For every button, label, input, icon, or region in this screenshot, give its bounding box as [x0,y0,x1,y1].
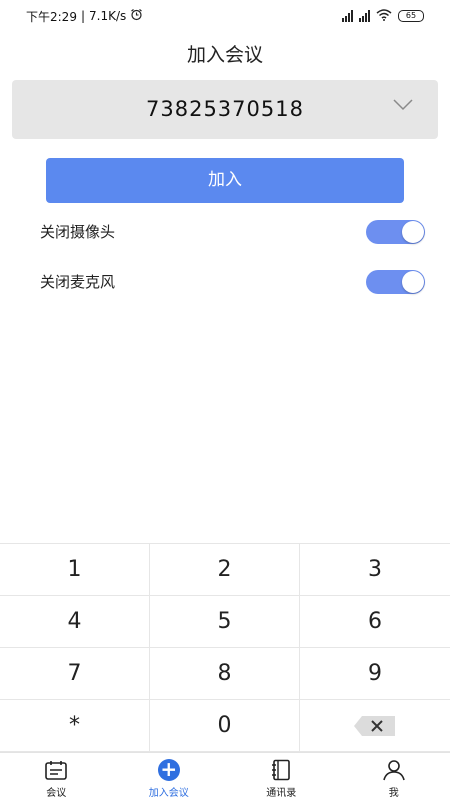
bottom-tab-bar: 会议 + 加入会议 通讯录 我 [0,752,450,800]
calendar-icon [43,759,69,781]
status-separator: | [80,9,85,23]
tab-join-meeting-label: 加入会议 [148,788,189,799]
status-bar: 下午2:29 | 7.1K/s 65 [0,0,450,32]
key-5[interactable]: 5 [150,596,300,648]
number-keypad: 1 2 3 4 5 6 7 8 9 * 0 [0,543,450,752]
signal-icon [359,10,370,22]
tab-me[interactable]: 我 [338,753,450,800]
tab-contacts-label: 通讯录 [266,788,297,799]
switch-knob [402,271,424,293]
toggle-label-camera: 关闭摄像头 [40,223,116,241]
tab-me-label: 我 [388,788,399,799]
toggle-row-camera: 关闭摄像头 [0,217,450,247]
toggle-row-microphone: 关闭麦克风 [0,267,450,297]
meeting-number-value: 73825370518 [146,97,304,121]
tab-meetings-label: 会议 [46,788,67,799]
camera-off-switch[interactable] [366,220,425,244]
signal-icon [342,10,353,22]
backspace-icon [354,715,395,736]
tab-join-meeting[interactable]: + 加入会议 [113,753,226,800]
key-0[interactable]: 0 [150,700,300,752]
key-2[interactable]: 2 [150,544,300,596]
toggle-label-microphone: 关闭麦克风 [40,273,116,291]
network-speed: 7.1K/s [89,9,127,23]
meeting-number-field[interactable]: 73825370518 [12,80,438,139]
battery-icon: 65 [398,10,424,22]
person-icon [381,759,407,781]
page-title: 加入会议 [186,44,263,66]
chevron-down-icon[interactable] [392,98,414,112]
key-1[interactable]: 1 [0,544,150,596]
key-8[interactable]: 8 [150,648,300,700]
contacts-book-icon [268,759,294,781]
microphone-off-switch[interactable] [366,270,425,294]
key-3[interactable]: 3 [300,544,450,596]
key-star[interactable]: * [0,700,150,752]
status-right: 65 [342,8,424,24]
join-button[interactable]: 加入 [46,158,404,203]
wifi-icon [376,8,392,24]
key-4[interactable]: 4 [0,596,150,648]
key-7[interactable]: 7 [0,648,150,700]
status-left: 下午2:29 | 7.1K/s [26,8,143,25]
alarm-icon [130,8,143,24]
switch-knob [402,221,424,243]
status-time: 下午2:29 [26,9,77,24]
tab-meetings[interactable]: 会议 [0,753,113,800]
plus-circle-icon: + [156,759,182,781]
tab-contacts[interactable]: 通讯录 [225,753,338,800]
backspace-key[interactable] [300,700,450,752]
key-6[interactable]: 6 [300,596,450,648]
key-9[interactable]: 9 [300,648,450,700]
